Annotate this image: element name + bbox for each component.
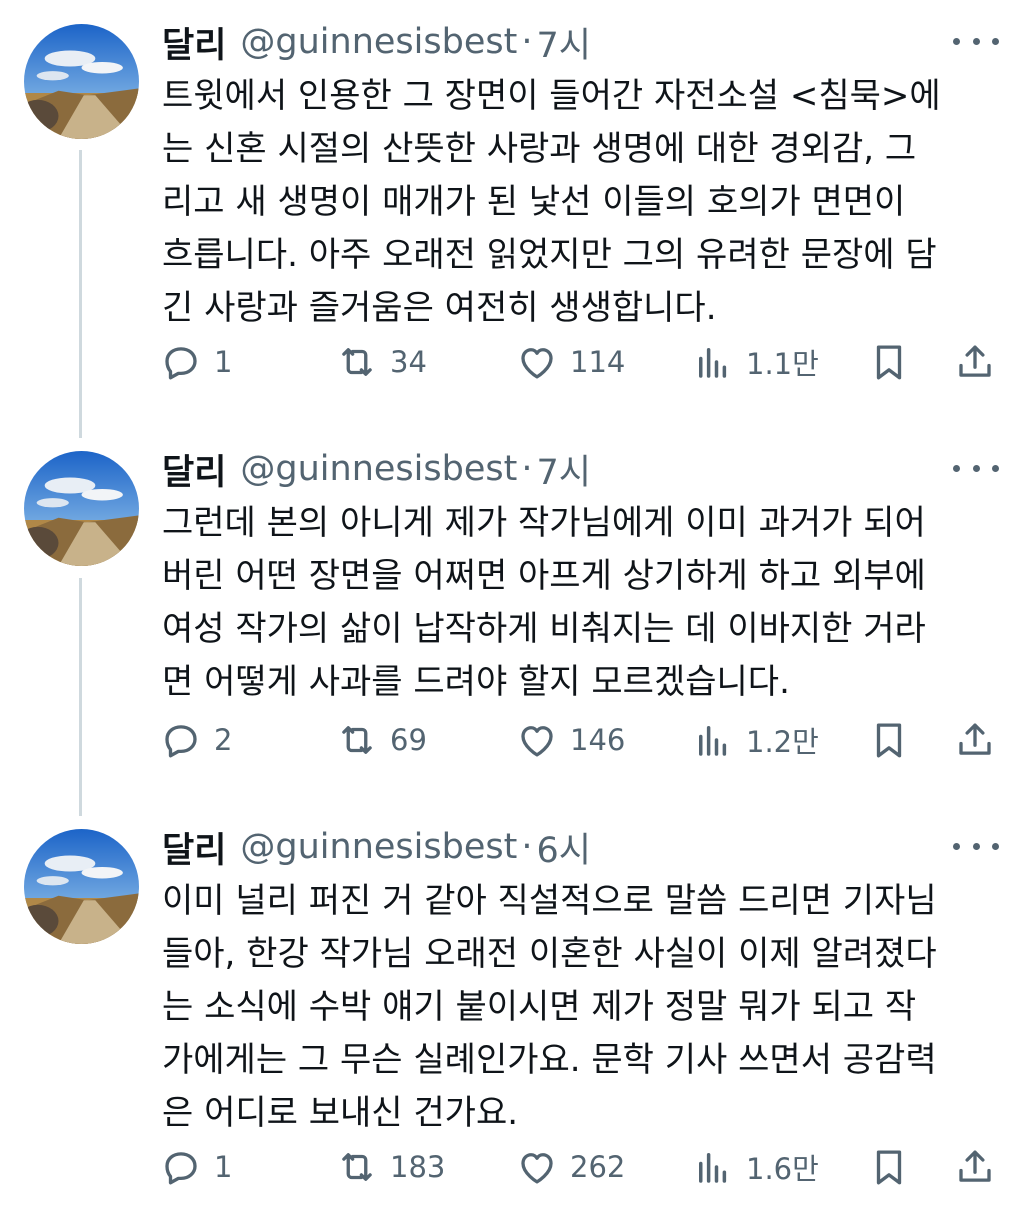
tweet-text: 트윗에서 인용한 그 장면이 들어간 자전소설 <침묵>에 는 신혼 시절의 산… (162, 70, 992, 335)
views-icon (699, 1153, 727, 1183)
tweet-text-line: 트윗에서 인용한 그 장면이 들어간 자전소설 <침묵>에 (162, 76, 941, 116)
reply-count: 1 (214, 1150, 233, 1184)
avatar-image (24, 24, 139, 139)
retweet-button[interactable]: 34 (336, 339, 427, 385)
tweet-text-line: 그런데 본의 아니게 제가 작가님에게 이미 과거가 되어 (162, 503, 926, 543)
user-handle[interactable]: @guinnesisbest (240, 449, 517, 489)
timestamp[interactable]: 6시 (536, 822, 590, 873)
retweet-count: 183 (390, 1150, 446, 1184)
timestamp[interactable]: 7시 (536, 444, 590, 495)
tweet[interactable]: 달리 @guinnesisbest · 6시 이미 널리 퍼진 거 같아 직설적… (0, 823, 1024, 1213)
share-icon (959, 345, 991, 377)
retweet-count: 34 (390, 345, 427, 379)
avatar[interactable] (24, 24, 139, 139)
reply-button[interactable]: 2 (160, 717, 232, 763)
views-button[interactable]: 1.1만 (692, 339, 819, 385)
tweet-text-line: 는 신혼 시절의 산뜻한 사랑과 생명에 대한 경외감, 그 (162, 129, 917, 169)
share-icon (959, 1150, 991, 1182)
tweet-text-line: 가에게는 그 무슨 실례인가요. 문학 기사 쓰면서 공감력 (162, 1040, 937, 1080)
bookmark-button[interactable] (868, 339, 910, 385)
views-icon (699, 726, 727, 756)
heart-icon (521, 726, 553, 757)
separator-dot: · (521, 449, 533, 489)
tweet-text-line: 여성 작가의 삶이 납작하게 비춰지는 데 이바지한 거라 (162, 609, 926, 649)
timestamp[interactable]: 7시 (536, 17, 590, 68)
views-button[interactable]: 1.6만 (692, 1144, 819, 1190)
bookmark-icon (876, 723, 902, 758)
heart-icon (521, 1153, 553, 1184)
views-icon (699, 348, 727, 378)
retweet-button[interactable]: 69 (336, 717, 427, 763)
retweet-button[interactable]: 183 (336, 1144, 445, 1190)
display-name[interactable]: 달리 (162, 822, 226, 873)
reply-count: 2 (214, 723, 233, 757)
tweet[interactable]: 달리 @guinnesisbest · 7시 그런데 본의 아니게 제가 작가님… (0, 445, 1024, 775)
views-count: 1.2만 (746, 725, 819, 759)
more-icon[interactable] (953, 453, 999, 483)
retweet-icon (342, 348, 372, 376)
share-button[interactable] (954, 1144, 996, 1190)
user-handle[interactable]: @guinnesisbest (240, 22, 517, 62)
avatar-image (24, 829, 139, 944)
user-handle[interactable]: @guinnesisbest (240, 827, 517, 867)
avatar-image (24, 451, 139, 566)
like-count: 262 (570, 1150, 626, 1184)
reply-icon (165, 1152, 197, 1185)
reply-button[interactable]: 1 (160, 1144, 232, 1190)
retweet-icon (342, 726, 372, 754)
action-bar: 1 34 114 1.1만 (160, 339, 1000, 385)
tweet-text-line: 버린 어떤 장면을 어쩌면 아프게 상기하게 하고 외부에 (162, 556, 926, 596)
avatar[interactable] (24, 829, 139, 944)
separator-dot: · (521, 827, 533, 867)
like-count: 114 (570, 345, 626, 379)
tweet-text: 그런데 본의 아니게 제가 작가님에게 이미 과거가 되어 버린 어떤 장면을 … (162, 497, 992, 709)
bookmark-button[interactable] (868, 1144, 910, 1190)
views-count: 1.6만 (746, 1152, 819, 1186)
like-button[interactable]: 262 (516, 1144, 625, 1190)
action-bar: 1 183 262 1.6만 (160, 1144, 1000, 1190)
like-button[interactable]: 146 (516, 717, 625, 763)
views-button[interactable]: 1.2만 (692, 717, 819, 763)
separator-dot: · (521, 22, 533, 62)
tweet-text-line: 흐릅니다. 아주 오래전 읽었지만 그의 유려한 문장에 담 (162, 235, 937, 275)
tweet-text-line: 은 어디로 보내신 건가요. (162, 1093, 519, 1133)
tweet-text-line: 면 어떻게 사과를 드려야 할지 모르겠습니다. (162, 662, 790, 702)
tweet[interactable]: 달리 @guinnesisbest · 7시 트윗에서 인용한 그 장면이 들어… (0, 18, 1024, 398)
bookmark-icon (876, 345, 902, 380)
display-name[interactable]: 달리 (162, 444, 226, 495)
more-icon[interactable] (953, 831, 999, 861)
heart-icon (521, 348, 553, 379)
retweet-icon (342, 1153, 372, 1181)
tweet-text-line: 긴 사랑과 즐거움은 여전히 생생합니다. (162, 288, 717, 328)
views-count: 1.1만 (746, 347, 819, 381)
reply-icon (165, 347, 197, 380)
bookmark-icon (876, 1150, 902, 1185)
more-icon[interactable] (953, 26, 999, 56)
tweet-text-line: 는 소식에 수박 얘기 붙이시면 제가 정말 뭐가 되고 작 (162, 987, 917, 1027)
tweet-text-line: 들아, 한강 작가님 오래전 이혼한 사실이 이제 알려졌다 (162, 934, 937, 974)
tweet-text-line: 리고 새 생명이 매개가 된 낯선 이들의 호의가 면면이 (162, 182, 906, 222)
bookmark-button[interactable] (868, 717, 910, 763)
display-name[interactable]: 달리 (162, 17, 226, 68)
share-button[interactable] (954, 339, 996, 385)
share-icon (959, 723, 991, 755)
like-count: 146 (570, 723, 626, 757)
share-button[interactable] (954, 717, 996, 763)
like-button[interactable]: 114 (516, 339, 625, 385)
avatar[interactable] (24, 451, 139, 566)
tweet-text: 이미 널리 퍼진 거 같아 직설적으로 말씀 드리면 기자님 들아, 한강 작가… (162, 875, 992, 1140)
reply-count: 1 (214, 345, 233, 379)
retweet-count: 69 (390, 723, 427, 757)
action-bar: 2 69 146 1.2만 (160, 717, 1000, 763)
tweet-text-line: 이미 널리 퍼진 거 같아 직설적으로 말씀 드리면 기자님 (162, 881, 937, 921)
reply-button[interactable]: 1 (160, 339, 232, 385)
reply-icon (165, 725, 197, 758)
